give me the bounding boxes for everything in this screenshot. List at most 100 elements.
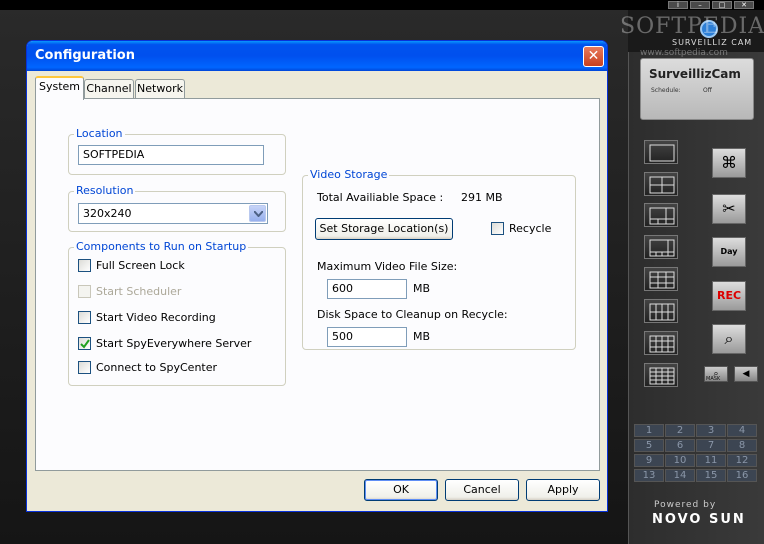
layout-1plus12-icon bbox=[649, 303, 675, 321]
set-storage-location-button[interactable]: Set Storage Location(s) bbox=[315, 218, 453, 240]
settings-button[interactable]: ✂ bbox=[712, 194, 746, 224]
channel-button[interactable]: 1 bbox=[634, 424, 664, 437]
max-file-size-unit: MB bbox=[413, 282, 431, 295]
schedule-value: Off bbox=[703, 87, 712, 94]
layout-4x3-icon bbox=[649, 335, 675, 353]
layout-1x1-button[interactable] bbox=[644, 140, 678, 164]
app-logo-text: SURVEILLIZ CAM bbox=[672, 38, 753, 47]
channel-button[interactable]: 10 bbox=[665, 454, 695, 467]
video-storage-group: Video Storage Total Availiable Space : 2… bbox=[302, 168, 576, 350]
dialog-title-bar[interactable]: Configuration ✕ bbox=[27, 41, 607, 71]
channel-button[interactable]: 6 bbox=[665, 439, 695, 452]
layout-1plus12-button[interactable] bbox=[644, 299, 678, 323]
record-button[interactable]: REC bbox=[712, 281, 746, 311]
layout-4x3-button[interactable] bbox=[644, 331, 678, 355]
calendar-icon: Day bbox=[720, 247, 738, 256]
layout-1x1-icon bbox=[649, 144, 675, 162]
max-file-size-label: Maximum Video File Size: bbox=[317, 260, 458, 273]
display-title: SurveillizCam bbox=[649, 67, 741, 81]
channel-button[interactable]: 11 bbox=[696, 454, 726, 467]
tools-icon: ✂ bbox=[722, 199, 736, 218]
channel-button[interactable]: 12 bbox=[727, 454, 757, 467]
watermark: SOFTPEDIA bbox=[620, 14, 764, 39]
channel-button[interactable]: 16 bbox=[727, 469, 757, 482]
schedule-label: Schedule: bbox=[651, 87, 681, 94]
status-display: SurveillizCam Schedule: Off bbox=[640, 58, 754, 120]
chevron-down-icon[interactable] bbox=[249, 205, 266, 222]
location-group: Location SOFTPEDIA bbox=[68, 127, 286, 175]
channel-button[interactable]: 13 bbox=[634, 469, 664, 482]
channel-button[interactable]: 3 bbox=[696, 424, 726, 437]
watermark-url: www.softpedia.com bbox=[640, 48, 728, 58]
audio-button[interactable]: ◀ bbox=[734, 366, 758, 382]
cleanup-input[interactable]: 500 bbox=[327, 327, 407, 347]
cleanup-label: Disk Space to Cleanup on Recycle: bbox=[317, 308, 508, 321]
layout-2x2-button[interactable] bbox=[644, 172, 678, 196]
location-input[interactable]: SOFTPEDIA bbox=[78, 145, 264, 165]
app-top-bar: i – □ ✕ bbox=[0, 0, 764, 10]
channel-button[interactable]: 8 bbox=[727, 439, 757, 452]
ok-button[interactable]: OK bbox=[364, 479, 438, 501]
connect-spycenter-label: Connect to SpyCenter bbox=[96, 361, 218, 374]
max-file-size-input[interactable]: 600 bbox=[327, 279, 407, 299]
layout-3x3-icon bbox=[649, 271, 675, 289]
maximize-icon[interactable]: □ bbox=[712, 1, 732, 9]
total-space-label: Total Availiable Space : bbox=[317, 191, 444, 204]
channel-button[interactable]: 5 bbox=[634, 439, 664, 452]
mask-label: MASK bbox=[706, 376, 721, 382]
layout-4x4-icon bbox=[649, 367, 675, 385]
channel-button[interactable]: 15 bbox=[696, 469, 726, 482]
start-video-recording-checkbox[interactable] bbox=[78, 311, 91, 324]
network-button[interactable]: ⌘ bbox=[712, 148, 746, 178]
channel-button[interactable]: 14 bbox=[665, 469, 695, 482]
layout-1plus5-icon bbox=[649, 207, 675, 225]
full-screen-lock-label: Full Screen Lock bbox=[96, 259, 185, 272]
tab-network[interactable]: Network bbox=[135, 79, 185, 99]
recycle-checkbox[interactable] bbox=[491, 222, 504, 235]
video-storage-group-label: Video Storage bbox=[308, 168, 390, 181]
start-video-recording-label: Start Video Recording bbox=[96, 311, 216, 324]
powered-by-label: Powered by bbox=[654, 500, 717, 510]
info-icon[interactable]: i bbox=[668, 1, 688, 9]
magnifier-icon: ⌕ bbox=[724, 329, 734, 348]
channel-button[interactable]: 4 bbox=[727, 424, 757, 437]
cancel-button[interactable]: Cancel bbox=[445, 479, 519, 501]
check-icon bbox=[80, 339, 90, 349]
start-scheduler-checkbox[interactable] bbox=[78, 285, 91, 298]
system-tab-panel: Location SOFTPEDIA Resolution 320x240 Co… bbox=[35, 98, 600, 471]
layout-3x3-button[interactable] bbox=[644, 267, 678, 291]
apply-button[interactable]: Apply bbox=[526, 479, 600, 501]
start-spyeverywhere-label: Start SpyEverywhere Server bbox=[96, 337, 252, 350]
startup-group: Components to Run on Startup Full Screen… bbox=[68, 240, 286, 386]
tab-system[interactable]: System bbox=[35, 76, 84, 100]
search-button[interactable]: ⌕ bbox=[712, 324, 746, 354]
channel-grid: 1 2 3 4 5 6 7 8 9 10 11 12 13 14 15 16 bbox=[634, 424, 760, 482]
total-space-value: 291 MB bbox=[461, 191, 503, 204]
app-close-icon[interactable]: ✕ bbox=[734, 1, 754, 9]
tab-channel[interactable]: Channel bbox=[84, 79, 134, 99]
full-screen-lock-checkbox[interactable] bbox=[78, 259, 91, 272]
layout-1plus7-button[interactable] bbox=[644, 235, 678, 259]
close-icon: ✕ bbox=[587, 48, 600, 64]
location-group-label: Location bbox=[74, 127, 125, 140]
channel-button[interactable]: 2 bbox=[665, 424, 695, 437]
resolution-group: Resolution 320x240 bbox=[68, 184, 286, 232]
layout-1plus5-button[interactable] bbox=[644, 203, 678, 227]
recycle-label: Recycle bbox=[509, 222, 552, 235]
channel-button[interactable]: 7 bbox=[696, 439, 726, 452]
resolution-select[interactable]: 320x240 bbox=[78, 203, 268, 224]
minimize-icon[interactable]: – bbox=[690, 1, 710, 9]
connect-spycenter-checkbox[interactable] bbox=[78, 361, 91, 374]
start-spyeverywhere-checkbox[interactable] bbox=[78, 337, 91, 350]
cleanup-unit: MB bbox=[413, 330, 431, 343]
dialog-title: Configuration bbox=[35, 48, 135, 63]
schedule-button[interactable]: Day bbox=[712, 237, 746, 267]
resolution-value: 320x240 bbox=[83, 207, 132, 220]
channel-button[interactable]: 9 bbox=[634, 454, 664, 467]
close-button[interactable]: ✕ bbox=[583, 46, 604, 67]
layout-1plus7-icon bbox=[649, 239, 675, 257]
configuration-dialog: Configuration ✕ System Channel Network L… bbox=[26, 40, 608, 512]
speaker-icon: ◀ bbox=[742, 369, 750, 379]
brand-logo: NOVO SUN bbox=[652, 512, 746, 527]
layout-4x4-button[interactable] bbox=[644, 363, 678, 387]
